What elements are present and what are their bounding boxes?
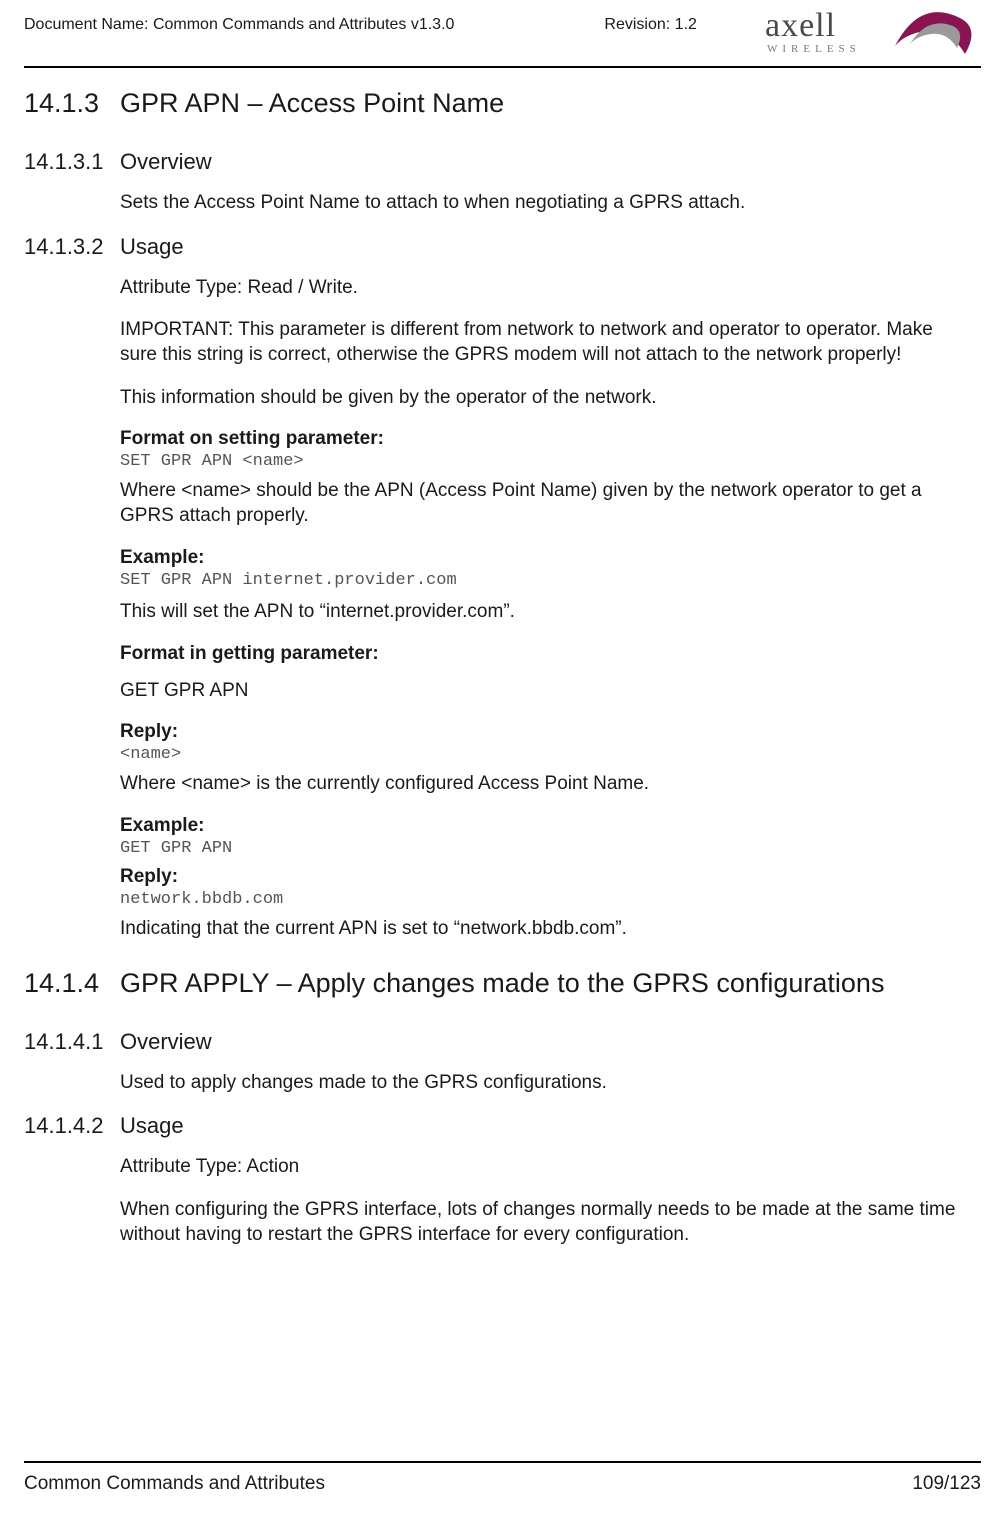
- body-text: Where <name> is the currently configured…: [120, 772, 957, 797]
- body-text: Indicating that the current APN is set t…: [120, 917, 957, 942]
- page-number: 109/123: [912, 1473, 981, 1495]
- body-text: When configuring the GPRS interface, lot…: [120, 1198, 957, 1247]
- footer-divider: [24, 1461, 981, 1463]
- subsection-heading: 14.1.4.2 Usage: [24, 1113, 981, 1139]
- section-number: 14.1.4: [24, 968, 120, 999]
- subsection-title: Usage: [120, 234, 981, 260]
- subsection-title: Overview: [120, 1029, 981, 1055]
- body-text: This information should be given by the …: [120, 386, 957, 411]
- body-text: GET GPR APN: [120, 679, 957, 704]
- revision-label: Revision: 1.2: [604, 14, 697, 34]
- subsection-number: 14.1.3.2: [24, 234, 120, 260]
- section-title: GPR APN – Access Point Name: [120, 88, 981, 119]
- logo-main-text: axell: [765, 7, 836, 44]
- code-line: <name>: [120, 745, 957, 764]
- example-label: Example:: [120, 547, 957, 569]
- section-heading: 14.1.3 GPR APN – Access Point Name: [24, 88, 981, 119]
- section-heading: 14.1.4 GPR APPLY – Apply changes made to…: [24, 968, 981, 999]
- footer-title: Common Commands and Attributes: [24, 1473, 325, 1495]
- format-label: Format in getting parameter:: [120, 643, 957, 665]
- subsection-number: 14.1.4.1: [24, 1029, 120, 1055]
- reply-label: Reply:: [120, 721, 957, 743]
- code-line: network.bbdb.com: [120, 890, 957, 909]
- body-text: Sets the Access Point Name to attach to …: [120, 191, 957, 216]
- reply-label: Reply:: [120, 866, 957, 888]
- code-line: SET GPR APN internet.provider.com: [120, 571, 957, 590]
- subsection-title: Usage: [120, 1113, 981, 1139]
- brand-logo: axell WIRELESS: [765, 6, 985, 63]
- subsection-heading: 14.1.4.1 Overview: [24, 1029, 981, 1055]
- subsection-heading: 14.1.3.1 Overview: [24, 149, 981, 175]
- document-name: Document Name: Common Commands and Attri…: [24, 14, 454, 34]
- header-divider: [24, 66, 981, 68]
- page-footer: Common Commands and Attributes 109/123: [24, 1461, 981, 1495]
- body-text: Used to apply changes made to the GPRS c…: [120, 1071, 957, 1096]
- section-number: 14.1.3: [24, 88, 120, 119]
- body-text: Attribute Type: Action: [120, 1155, 957, 1180]
- page-header: Document Name: Common Commands and Attri…: [24, 14, 981, 66]
- subsection-heading: 14.1.3.2 Usage: [24, 234, 981, 260]
- format-label: Format on setting parameter:: [120, 428, 957, 450]
- subsection-number: 14.1.4.2: [24, 1113, 120, 1139]
- body-text: This will set the APN to “internet.provi…: [120, 600, 957, 625]
- document-page: Document Name: Common Commands and Attri…: [0, 0, 1005, 1517]
- body-text: Where <name> should be the APN (Access P…: [120, 479, 957, 528]
- subsection-number: 14.1.3.1: [24, 149, 120, 175]
- example-label: Example:: [120, 815, 957, 837]
- code-line: GET GPR APN: [120, 839, 957, 858]
- logo-swirl-icon: [895, 12, 971, 54]
- logo-sub-text: WIRELESS: [767, 43, 861, 55]
- body-text: IMPORTANT: This parameter is different f…: [120, 318, 957, 367]
- body-text: Attribute Type: Read / Write.: [120, 276, 957, 301]
- code-line: SET GPR APN <name>: [120, 452, 957, 471]
- subsection-title: Overview: [120, 149, 981, 175]
- section-title: GPR APPLY – Apply changes made to the GP…: [120, 968, 981, 999]
